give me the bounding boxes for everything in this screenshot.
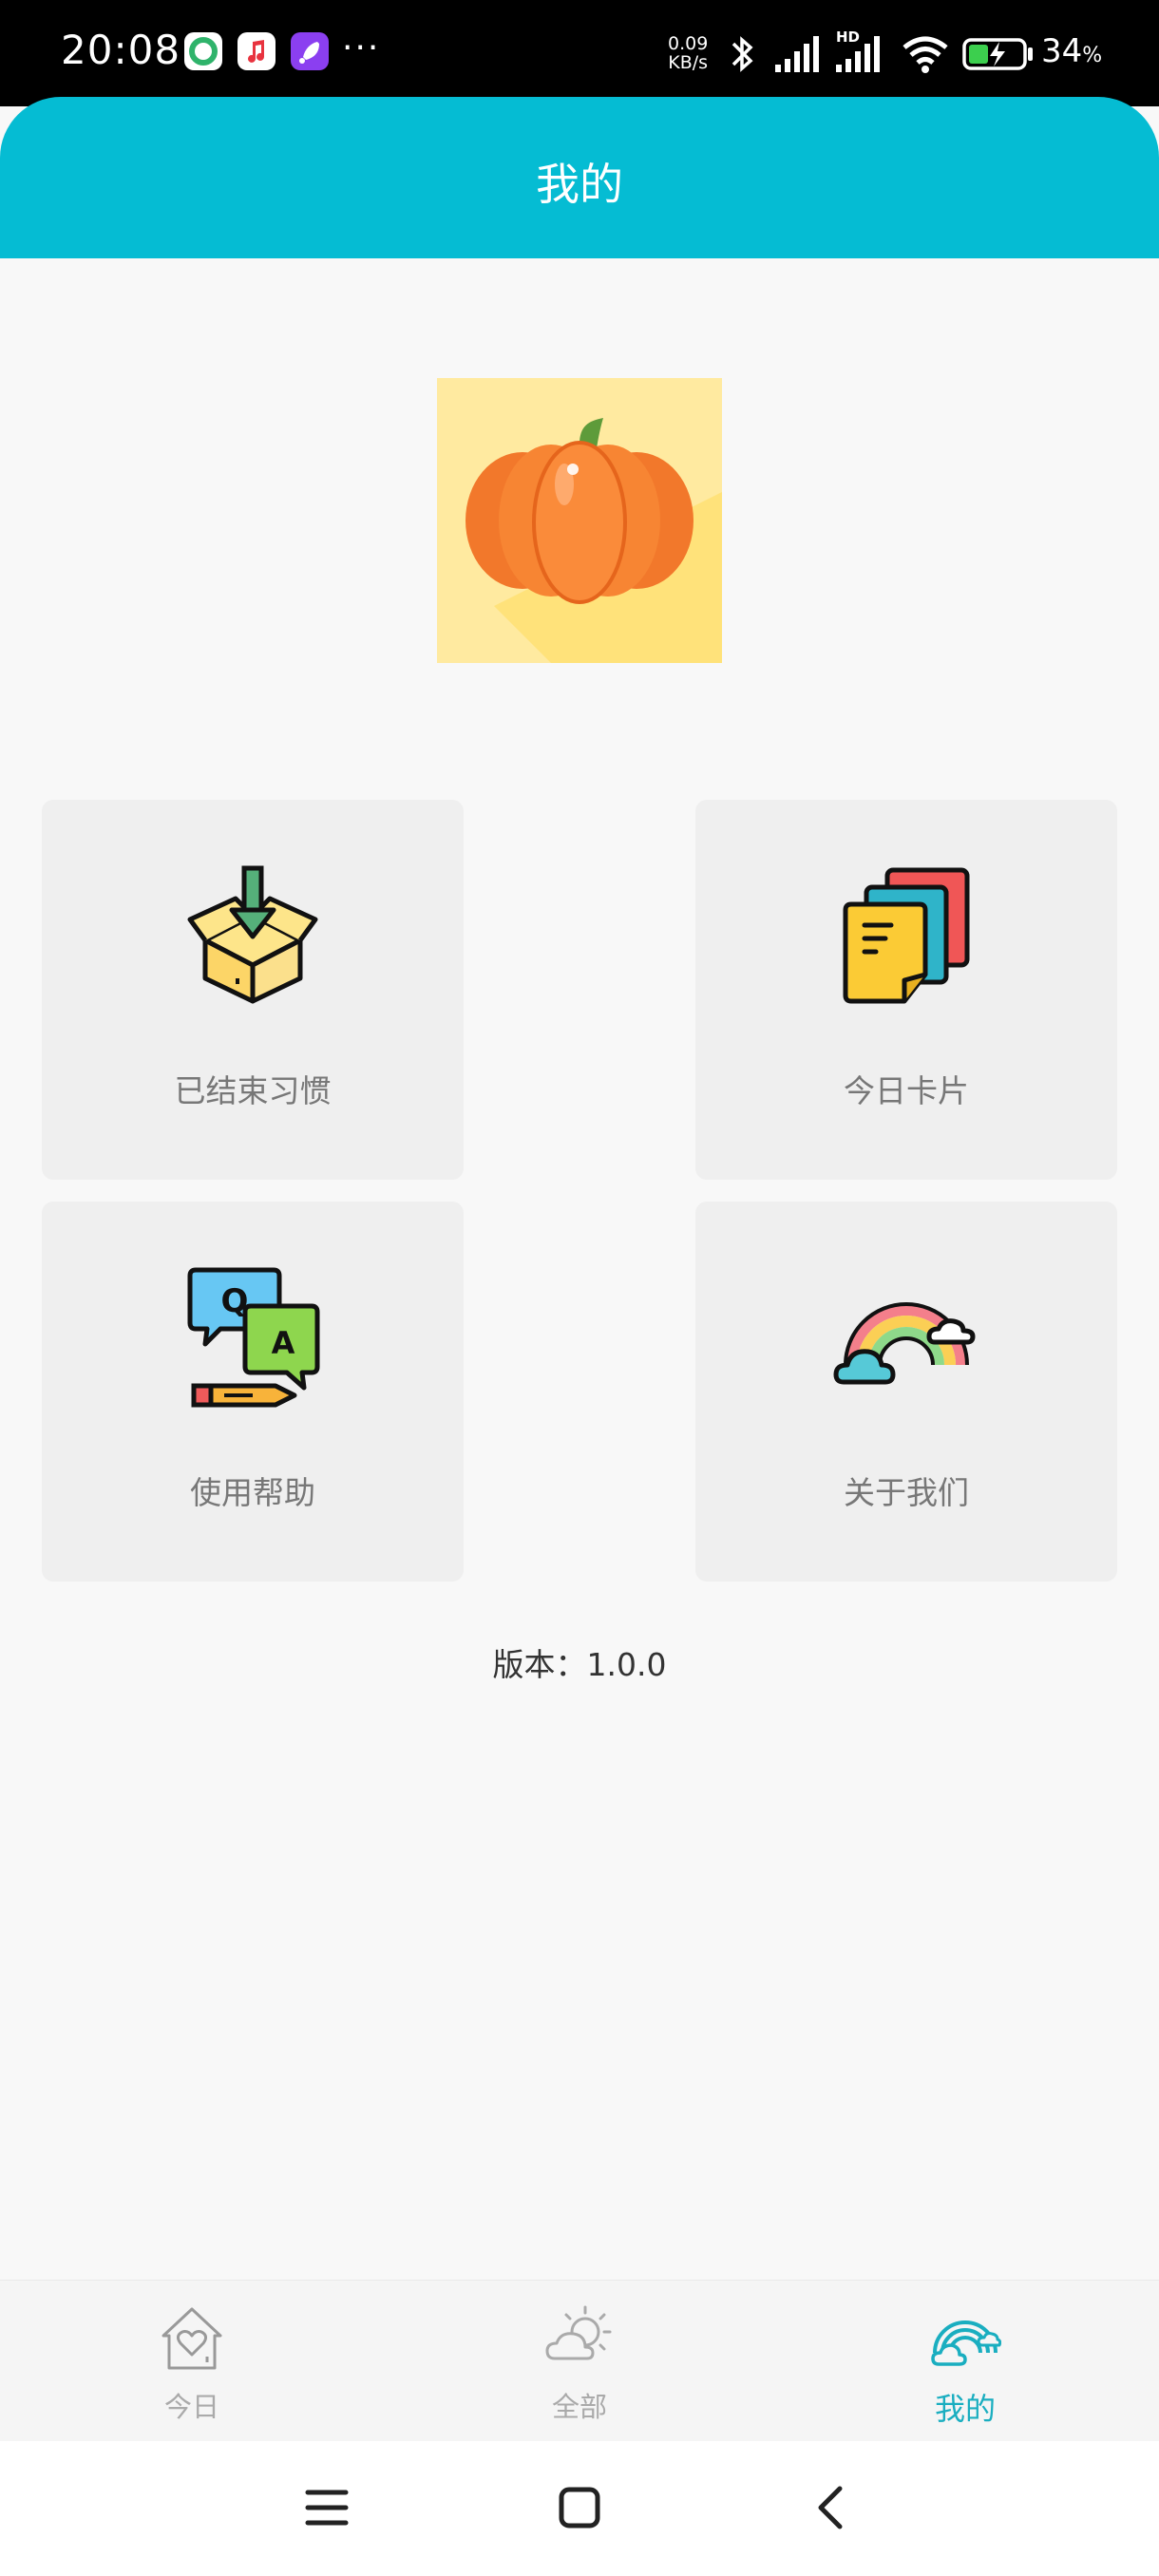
page-title: 我的 [536,159,623,210]
bluetooth-icon [732,36,753,72]
card-label: 使用帮助 [190,1474,315,1511]
version-text: 版本：1.0.0 [492,1646,667,1683]
app-logo [437,378,722,663]
svg-text:A: A [272,1325,295,1361]
box-download-icon [187,865,318,1004]
sun-cloud-icon [545,2305,612,2360]
tab-label: 我的 [934,2391,996,2427]
battery-percent-unit: % [1082,44,1103,67]
tab-mine[interactable]: 我的 [823,2281,1108,2442]
status-bar: 20:08 ··· 0.09 KB/s HD 34% [0,0,1159,106]
bottom-nav: 今日 全部 我的 [0,2280,1159,2441]
music-app-icon [238,32,276,70]
battery-percent-value: 34 [1041,32,1083,70]
network-speed-unit: KB/s [668,52,709,73]
signal-hd-icon [836,36,880,72]
menu-icon[interactable] [298,2479,355,2536]
card-ended-habits[interactable]: 已结束习惯 [42,800,464,1180]
system-navigation-bar [0,2441,1159,2576]
rocket-app-icon [291,32,329,70]
house-heart-icon [162,2307,222,2370]
card-today-cards[interactable]: 今日卡片 [695,800,1117,1180]
app-notification-icon [184,32,222,70]
tab-label: 全部 [551,2391,607,2423]
card-label: 关于我们 [844,1474,969,1511]
signal-icon [775,36,819,72]
tab-all[interactable]: 全部 [437,2281,722,2442]
tab-today[interactable]: 今日 [49,2281,334,2442]
status-time: 20:08 [61,27,181,73]
more-notifications-icon: ··· [342,28,381,67]
cards-stack-icon [843,867,970,1004]
rainbow-cloud-icon [931,2320,1001,2366]
back-icon[interactable] [804,2479,861,2536]
page-header: 我的 [0,97,1159,258]
pumpkin-icon [466,418,722,663]
card-about-us[interactable]: 关于我们 [695,1202,1117,1582]
battery-charging-icon [962,38,1033,70]
network-speed: 0.09 KB/s [668,34,708,72]
tab-label: 今日 [163,2391,219,2423]
network-speed-value: 0.09 [668,33,709,54]
qa-chat-icon: Q A [187,1267,320,1408]
wifi-icon [902,36,948,73]
battery-percent: 34% [1041,32,1102,70]
home-icon[interactable] [551,2479,608,2536]
card-help[interactable]: Q A 使用帮助 [42,1202,464,1582]
rainbow-icon [833,1302,976,1385]
card-label: 已结束习惯 [174,1072,332,1109]
card-label: 今日卡片 [844,1072,969,1109]
